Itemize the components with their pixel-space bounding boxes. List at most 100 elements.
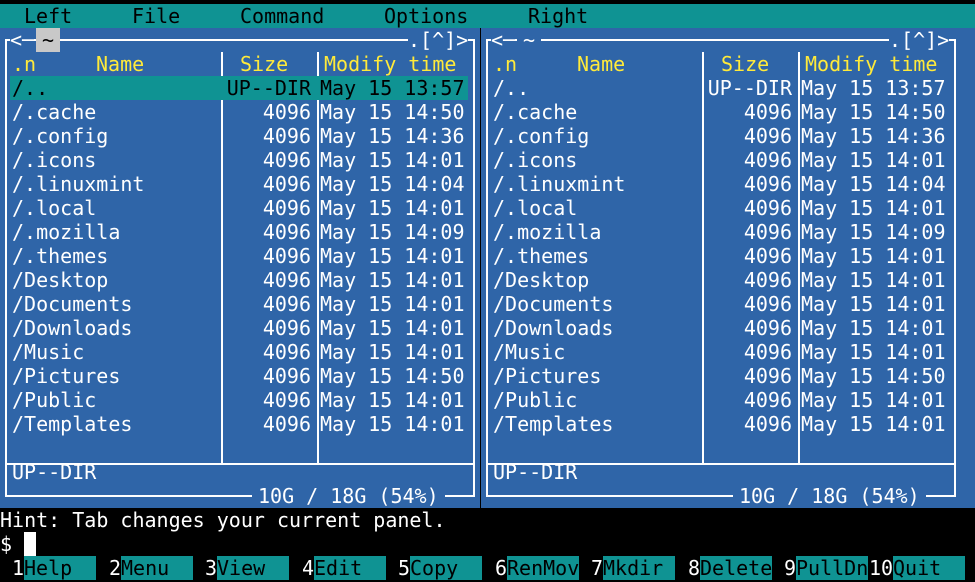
left-status: UP--DIR [12, 460, 97, 484]
file-row[interactable]: /.local 4096 May 15 14:01 [10, 196, 468, 220]
file-mtime: May 15 14:01 [801, 148, 946, 172]
file-row[interactable]: /.linuxmint 4096 May 15 14:04 [491, 172, 949, 196]
fkey-edit[interactable]: 4 Edit [302, 556, 388, 580]
file-row[interactable]: /.mozilla 4096 May 15 14:09 [491, 220, 949, 244]
file-row[interactable]: /.themes 4096 May 15 14:01 [491, 244, 949, 268]
file-row[interactable]: /.local 4096 May 15 14:01 [491, 196, 949, 220]
file-row[interactable]: /.. UP--DIR May 15 13:57 [10, 76, 468, 100]
file-row[interactable]: /.icons 4096 May 15 14:01 [491, 148, 949, 172]
file-row[interactable]: /.cache 4096 May 15 14:50 [10, 100, 468, 124]
right-header-mtime[interactable]: Modify time [805, 52, 937, 76]
right-panel[interactable]: <─ ~ .[^]> .n Name Size Modify time /.. U… [481, 28, 975, 508]
file-size: 4096 [262, 244, 311, 268]
fkey-pulldn[interactable]: 9 PullDn [784, 556, 870, 580]
menu-command[interactable]: Command [240, 4, 324, 28]
file-name: /.cache [12, 100, 97, 124]
file-row[interactable]: /Pictures 4096 May 15 14:50 [10, 364, 468, 388]
menu-file[interactable]: File [132, 4, 180, 28]
file-row[interactable]: /Desktop 4096 May 15 14:01 [491, 268, 949, 292]
file-size: 4096 [262, 196, 311, 220]
menu-options[interactable]: Options [384, 4, 468, 28]
file-size: 4096 [262, 292, 311, 316]
hint-line: Hint: Tab changes your current panel. [0, 508, 975, 532]
file-name: /.. [493, 76, 530, 100]
file-size: 4096 [743, 268, 792, 292]
file-mtime: May 15 14:09 [801, 220, 946, 244]
file-row[interactable]: /Downloads 4096 May 15 14:01 [10, 316, 468, 340]
menu-right[interactable]: Right [528, 4, 588, 28]
file-mtime: May 15 14:01 [801, 316, 946, 340]
file-row[interactable]: /Desktop 4096 May 15 14:01 [10, 268, 468, 292]
fkey-number: 1 [12, 556, 25, 580]
left-panel[interactable]: <─ ~ .[^]> .n Name Size Modify time /.. U… [0, 28, 480, 508]
fkey-delete[interactable]: 8 Delete [688, 556, 774, 580]
fkey-number: 10 [869, 556, 894, 580]
left-sort-indicator[interactable]: .n [12, 52, 36, 76]
fkey-menu[interactable]: 2 Menu [109, 556, 195, 580]
file-row[interactable]: /Templates 4096 May 15 14:01 [10, 412, 468, 436]
file-row[interactable]: /.icons 4096 May 15 14:01 [10, 148, 468, 172]
file-row[interactable]: /Public 4096 May 15 14:01 [10, 388, 468, 412]
file-mtime: May 15 14:50 [801, 100, 946, 124]
fkey-copy[interactable]: 5 Copy [398, 556, 484, 580]
left-history-arrow[interactable]: <─ [10, 28, 35, 52]
fkey-help[interactable]: 1 Help [12, 556, 98, 580]
left-corner-controls[interactable]: .[^]> [408, 28, 469, 52]
file-row[interactable]: /.linuxmint 4096 May 15 14:04 [10, 172, 468, 196]
file-name: /.mozilla [493, 220, 602, 244]
file-row[interactable]: /.themes 4096 May 15 14:01 [10, 244, 468, 268]
file-size: 4096 [262, 172, 311, 196]
file-row[interactable]: /Music 4096 May 15 14:01 [10, 340, 468, 364]
file-size: 4096 [743, 412, 792, 436]
file-row[interactable]: /Documents 4096 May 15 14:01 [491, 292, 949, 316]
file-name: /.local [493, 196, 578, 220]
file-row[interactable]: /.. UP--DIR May 15 13:57 [491, 76, 949, 100]
file-mtime: May 15 14:04 [320, 172, 465, 196]
fkey-mkdir[interactable]: 7 Mkdir [591, 556, 677, 580]
file-mtime: May 15 14:09 [320, 220, 465, 244]
fkey-number: 4 [302, 556, 315, 580]
fkey-label: Copy [410, 556, 482, 580]
file-row[interactable]: /Pictures 4096 May 15 14:50 [491, 364, 949, 388]
command-line[interactable]: $ [0, 532, 975, 556]
right-status: UP--DIR [493, 460, 578, 484]
file-row[interactable]: /Public 4096 May 15 14:01 [491, 388, 949, 412]
menu-left[interactable]: Left [24, 4, 72, 28]
file-row[interactable]: /Music 4096 May 15 14:01 [491, 340, 949, 364]
fkey-renmov[interactable]: 6 RenMov [495, 556, 581, 580]
file-size: 4096 [743, 340, 792, 364]
right-header-name[interactable]: Name [577, 52, 625, 76]
file-mtime: May 15 14:01 [320, 196, 465, 220]
file-size: 4096 [262, 364, 311, 388]
file-row[interactable]: /.mozilla 4096 May 15 14:09 [10, 220, 468, 244]
file-size: 4096 [743, 388, 792, 412]
file-size: 4096 [743, 292, 792, 316]
right-disk-usage: 10G / 18G (54%) [733, 484, 926, 508]
file-row[interactable]: /.cache 4096 May 15 14:50 [491, 100, 949, 124]
file-name: /.icons [12, 148, 97, 172]
left-header-mtime[interactable]: Modify time [324, 52, 456, 76]
right-header-size[interactable]: Size [721, 52, 769, 76]
file-mtime: May 15 14:01 [320, 388, 465, 412]
fkey-label: Quit [893, 556, 965, 580]
file-row[interactable]: /.config 4096 May 15 14:36 [10, 124, 468, 148]
fkey-number: 5 [398, 556, 411, 580]
left-header-name[interactable]: Name [96, 52, 144, 76]
fkey-quit[interactable]: 10 Quit [869, 556, 967, 580]
left-header-size[interactable]: Size [240, 52, 288, 76]
file-row[interactable]: /Templates 4096 May 15 14:01 [491, 412, 949, 436]
file-row[interactable]: /Downloads 4096 May 15 14:01 [491, 316, 949, 340]
file-mtime: May 15 14:01 [801, 388, 946, 412]
file-size: 4096 [743, 148, 792, 172]
fkey-view[interactable]: 3 View [205, 556, 291, 580]
file-size: 4096 [743, 364, 792, 388]
file-row[interactable]: /.config 4096 May 15 14:36 [491, 124, 949, 148]
right-history-arrow[interactable]: <─ [491, 28, 516, 52]
file-name: /.cache [493, 100, 578, 124]
file-row[interactable]: /Documents 4096 May 15 14:01 [10, 292, 468, 316]
cursor [24, 532, 36, 556]
file-size: 4096 [743, 100, 792, 124]
right-corner-controls[interactable]: .[^]> [889, 28, 950, 52]
right-sort-indicator[interactable]: .n [493, 52, 517, 76]
fkey-label: RenMov [507, 556, 580, 580]
